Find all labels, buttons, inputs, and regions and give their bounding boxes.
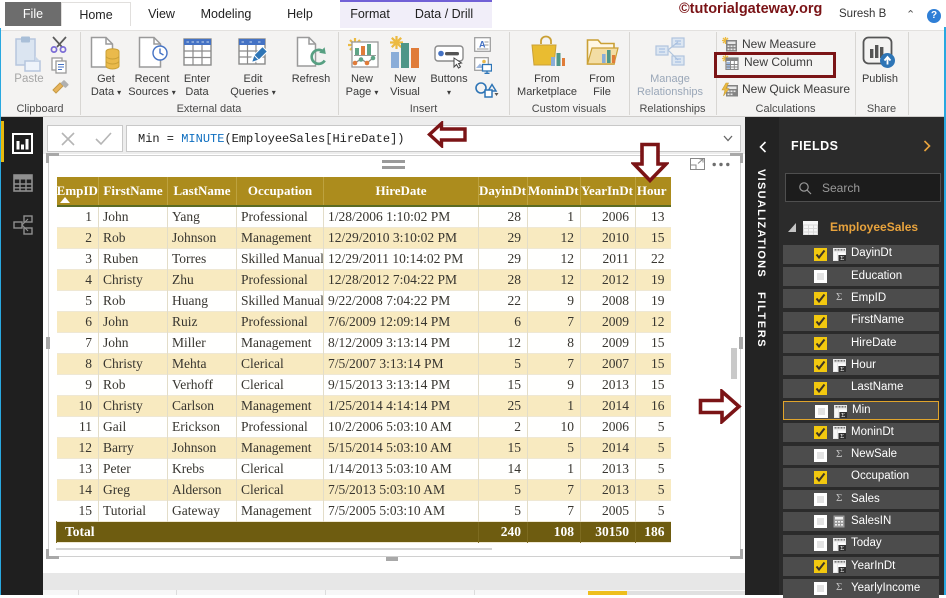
svg-text:Σ: Σ: [840, 433, 844, 439]
svg-text:Σ: Σ: [840, 255, 844, 261]
svg-text:Σ: Σ: [840, 567, 844, 573]
svg-text:Σ: Σ: [840, 545, 844, 551]
svg-text:Σ: Σ: [841, 412, 845, 418]
svg-text:Σ: Σ: [840, 366, 844, 372]
